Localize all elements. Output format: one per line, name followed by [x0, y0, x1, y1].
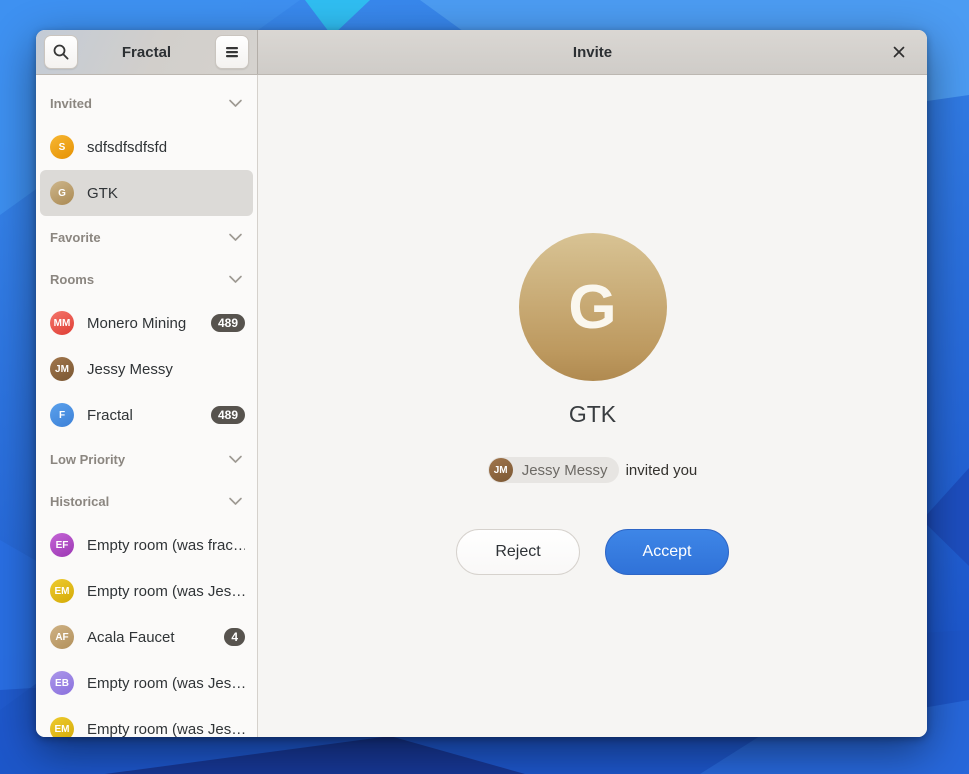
room-avatar: G: [50, 181, 74, 205]
room-name: Monero Mining: [87, 315, 198, 332]
room-item-empty-ef[interactable]: EF Empty room (was frac…: [36, 522, 257, 568]
room-avatar: S: [50, 135, 74, 159]
room-avatar: MM: [50, 311, 74, 335]
sidebar-title: Fractal: [122, 44, 171, 61]
fractal-window: Fractal Invite In: [36, 30, 927, 737]
inviter-name: Jessy Messy: [522, 462, 608, 479]
section-low-priority[interactable]: Low Priority: [36, 438, 257, 480]
unread-badge: 4: [224, 628, 245, 646]
invited-room-name: GTK: [569, 399, 616, 429]
room-name: Empty room (was frac…: [87, 537, 245, 554]
sidebar-headerbar: Fractal: [36, 30, 258, 74]
invite-pane: G GTK JM Jessy Messy invited you Reject …: [258, 75, 927, 737]
chevron-down-icon: [228, 455, 243, 464]
section-label: Invited: [50, 96, 92, 111]
room-item-monero-mining[interactable]: MM Monero Mining 489: [36, 300, 257, 346]
main-headerbar: Invite: [258, 30, 927, 74]
section-favorite[interactable]: Favorite: [36, 216, 257, 258]
room-name: Jessy Messy: [87, 361, 245, 378]
page-title: Invite: [573, 44, 612, 61]
room-avatar: AF: [50, 625, 74, 649]
room-item-sdfsdfsdfsfd[interactable]: S sdfsdfsdfsfd: [36, 124, 257, 170]
search-icon: [50, 41, 72, 63]
room-avatar: EM: [50, 717, 74, 737]
room-item-fractal[interactable]: F Fractal 489: [36, 392, 257, 438]
room-avatar: EF: [50, 533, 74, 557]
section-historical[interactable]: Historical: [36, 480, 257, 522]
window-body: Invited S sdfsdfsdfsfd G GTK Favorite Ro…: [36, 75, 927, 737]
chevron-down-icon: [228, 99, 243, 108]
close-icon: [891, 44, 907, 60]
unread-badge: 489: [211, 314, 245, 332]
inviter-line: JM Jessy Messy invited you: [488, 457, 698, 483]
inviter-avatar: JM: [489, 458, 513, 482]
main-menu-button[interactable]: [215, 35, 249, 69]
room-name: Empty room (was Jes…: [87, 675, 245, 692]
section-rooms[interactable]: Rooms: [36, 258, 257, 300]
room-avatar-large: G: [519, 233, 667, 381]
section-label: Low Priority: [50, 452, 125, 467]
close-button[interactable]: [883, 30, 915, 74]
reject-button[interactable]: Reject: [456, 529, 580, 575]
room-name: Empty room (was Jes…: [87, 721, 245, 738]
room-item-empty-eb[interactable]: EB Empty room (was Jes…: [36, 660, 257, 706]
room-avatar: EM: [50, 579, 74, 603]
accept-button[interactable]: Accept: [605, 529, 729, 575]
room-avatar: F: [50, 403, 74, 427]
headerbar: Fractal Invite: [36, 30, 927, 75]
room-name: sdfsdfsdfsfd: [87, 139, 245, 156]
unread-badge: 489: [211, 406, 245, 424]
room-name: GTK: [87, 185, 245, 202]
room-sidebar: Invited S sdfsdfsdfsfd G GTK Favorite Ro…: [36, 75, 258, 737]
room-item-jessy-messy[interactable]: JM Jessy Messy: [36, 346, 257, 392]
section-invited[interactable]: Invited: [36, 82, 257, 124]
section-label: Historical: [50, 494, 109, 509]
room-avatar: EB: [50, 671, 74, 695]
chevron-down-icon: [228, 233, 243, 242]
room-item-gtk[interactable]: G GTK: [40, 170, 253, 216]
hamburger-menu-icon: [221, 41, 243, 63]
room-name: Fractal: [87, 407, 198, 424]
section-label: Favorite: [50, 230, 101, 245]
invite-actions: Reject Accept: [456, 529, 729, 575]
room-name: Empty room (was Jes…: [87, 583, 245, 600]
room-item-empty-em-2[interactable]: EM Empty room (was Jes…: [36, 706, 257, 737]
search-button[interactable]: [44, 35, 78, 69]
chevron-down-icon: [228, 275, 243, 284]
room-item-empty-em-1[interactable]: EM Empty room (was Jes…: [36, 568, 257, 614]
room-name: Acala Faucet: [87, 629, 211, 646]
inviter-pill: JM Jessy Messy: [488, 457, 619, 483]
room-item-acala-faucet[interactable]: AF Acala Faucet 4: [36, 614, 257, 660]
section-label: Rooms: [50, 272, 94, 287]
room-avatar: JM: [50, 357, 74, 381]
chevron-down-icon: [228, 497, 243, 506]
invited-you-text: invited you: [626, 462, 698, 479]
